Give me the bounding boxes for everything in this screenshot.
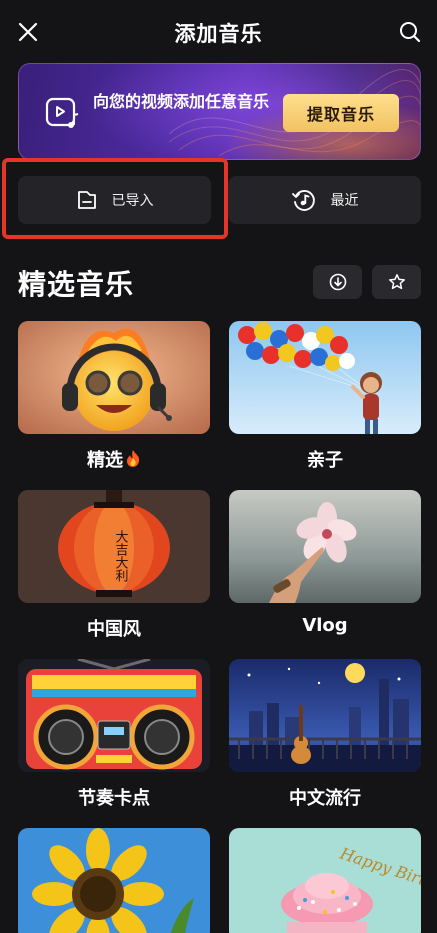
download-icon	[329, 273, 346, 291]
category-label-text: 精选	[87, 450, 123, 471]
recent-music-icon	[291, 190, 315, 211]
category-card-family[interactable]: 亲子	[229, 321, 421, 471]
imported-button[interactable]: 已导入	[18, 176, 211, 224]
category-card-sunflower[interactable]	[18, 828, 210, 933]
category-card-chinese-pop[interactable]: 中文流行	[229, 659, 421, 809]
category-thumbnail	[18, 659, 210, 772]
featured-music-title: 精选音乐	[18, 268, 135, 301]
category-thumbnail	[229, 490, 421, 603]
category-thumbnail: Happy Birthday	[229, 828, 421, 933]
category-thumbnail	[18, 828, 210, 933]
star-icon	[388, 274, 405, 290]
category-label: 精选	[18, 446, 210, 472]
category-card-featured[interactable]: 精选	[18, 321, 210, 471]
recent-button[interactable]: 最近	[228, 176, 421, 224]
category-thumbnail	[229, 659, 421, 772]
imported-label: 已导入	[111, 193, 154, 209]
folder-icon	[77, 191, 96, 209]
category-label: Vlog	[302, 615, 348, 636]
download-button[interactable]	[313, 265, 362, 299]
emoji-headphones-illustration	[18, 321, 210, 434]
fire-icon	[127, 450, 140, 467]
video-music-icon	[45, 97, 79, 128]
category-thumbnail	[229, 321, 421, 434]
category-thumbnail: 大吉大利	[18, 490, 210, 603]
lantern-text: 大吉大利	[113, 530, 129, 582]
category-card-birthday[interactable]: Happy Birthday	[229, 828, 421, 933]
favorites-button[interactable]	[372, 265, 421, 299]
category-thumbnail	[18, 321, 210, 434]
page-title: 添加音乐	[174, 22, 263, 46]
extract-music-banner[interactable]: 向您的视频添加任意音乐 提取音乐	[18, 63, 421, 160]
birthday-cupcake-illustration: Happy Birthday	[229, 828, 421, 933]
category-label: 中文流行	[289, 788, 361, 809]
city-night-guitar-illustration	[229, 659, 421, 772]
category-card-beat-sync[interactable]: 节奏卡点	[18, 659, 210, 809]
category-label: 亲子	[307, 450, 343, 471]
header: 添加音乐	[0, 0, 437, 64]
boombox-illustration	[18, 659, 210, 772]
category-label: 中国风	[87, 619, 141, 640]
category-label: 节奏卡点	[78, 788, 150, 809]
balloons-illustration	[229, 321, 421, 434]
search-icon[interactable]	[397, 19, 423, 45]
recent-label: 最近	[330, 193, 359, 209]
sunflower-illustration	[18, 828, 210, 933]
banner-text: 向您的视频添加任意音乐	[93, 92, 270, 111]
category-card-chinese-style[interactable]: 大吉大利 中国风	[18, 490, 210, 640]
music-source-row: 已导入 最近	[18, 176, 421, 224]
flower-hand-illustration	[229, 490, 421, 603]
category-card-vlog[interactable]: Vlog	[229, 490, 421, 636]
extract-music-button[interactable]: 提取音乐	[283, 94, 399, 132]
lantern-illustration: 大吉大利	[18, 490, 210, 603]
